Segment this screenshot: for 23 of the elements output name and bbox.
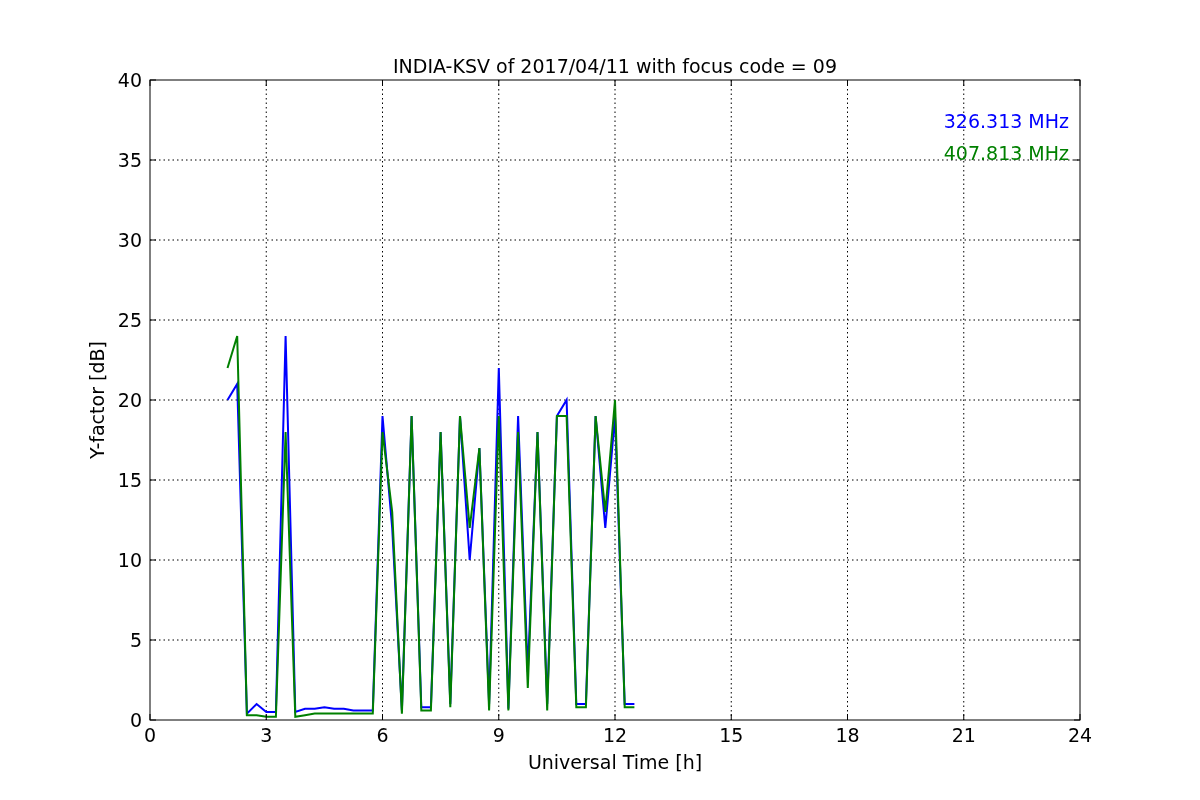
y-tick-label: 20: [117, 389, 142, 411]
x-axis-label: Universal Time [h]: [527, 751, 703, 773]
y-tick-label: 30: [117, 229, 142, 251]
x-tick-label: 0: [143, 724, 157, 746]
x-tick-label: 18: [835, 724, 860, 746]
y-tick-label: 40: [117, 69, 142, 91]
x-tick-label: 24: [1067, 724, 1093, 746]
x-tick-label: 15: [719, 724, 744, 746]
x-tick-label: 21: [951, 724, 976, 746]
x-tick-label: 3: [260, 724, 273, 746]
y-axis-label: Y-factor [dB]: [86, 341, 108, 459]
y-tick-label: 10: [117, 549, 142, 571]
legend-label: 407.813 MHz: [943, 142, 1069, 164]
legend-label: 326.313 MHz: [943, 110, 1069, 132]
y-tick-label: 5: [129, 629, 142, 651]
y-tick-label: 15: [117, 469, 142, 491]
y-tick-label: 0: [129, 709, 142, 731]
y-tick-label: 25: [117, 309, 142, 331]
y-tick-label: 35: [117, 149, 142, 171]
x-tick-label: 6: [376, 724, 389, 746]
chart-title: INDIA-KSV of 2017/04/11 with focus code = 09: [393, 55, 837, 77]
x-tick-label: 12: [602, 724, 628, 746]
x-tick-label: 9: [492, 724, 505, 746]
